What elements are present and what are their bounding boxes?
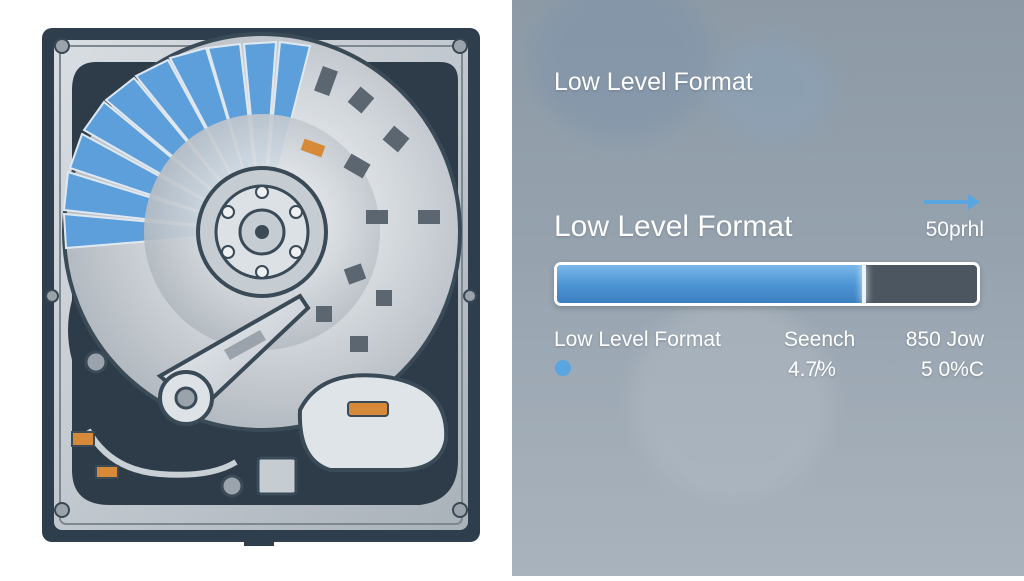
format-progress-panel: Low Level Format Low Level Format 50prhl…: [512, 0, 1024, 576]
progress-fill: [557, 265, 866, 303]
section-title: Low Level Format: [554, 210, 793, 243]
search-value: 4.7̸%: [788, 358, 836, 381]
search-label: Seench: [784, 328, 856, 351]
status-label: Low Level Format: [554, 328, 721, 351]
progress-bar: [554, 262, 980, 306]
hard-disk-illustration: [42, 28, 480, 546]
arrow-right-icon: [924, 194, 980, 210]
magnet-plate: [297, 373, 449, 472]
speed-readout: 50prhl: [925, 218, 984, 241]
window-title: Low Level Format: [554, 68, 753, 96]
spindle: [196, 166, 328, 298]
status-dot-icon: [555, 360, 571, 376]
connector-chip: [256, 456, 298, 496]
hdd-illustration-panel: [0, 0, 512, 576]
right-stat-label: 850 Jow: [905, 328, 984, 351]
right-stat-value: 5 0%C: [920, 358, 984, 381]
